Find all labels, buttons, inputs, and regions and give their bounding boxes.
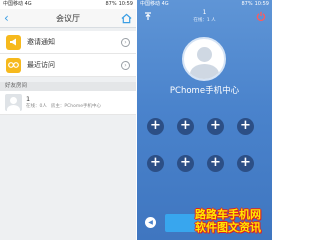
room-name: 1	[26, 95, 31, 103]
add-seat-button[interactable]: +	[177, 118, 194, 135]
room-online-count: 在线：0人	[26, 104, 47, 109]
section-title: 好友房间	[0, 82, 136, 91]
exit-icon[interactable]	[256, 11, 266, 21]
menu-list: 邀请通知 › 最近访问 ›	[0, 31, 136, 77]
add-seat-button[interactable]: +	[147, 118, 164, 135]
room-list-item[interactable]: 1 在线：0人 房主：PChome手机中心	[0, 91, 136, 115]
avatar[interactable]	[182, 37, 226, 81]
voice-room-screen: 中国移动 4G 87% 10:59 1 在线：1 人 PChome手机中心 + …	[137, 0, 272, 240]
menu-item-recent[interactable]: 最近访问 ›	[0, 54, 136, 77]
home-icon[interactable]	[121, 13, 132, 24]
carrier-label: 中国移动 4G	[140, 1, 169, 7]
room-header: 1 在线：1 人	[137, 9, 272, 27]
add-seat-button[interactable]: +	[207, 118, 224, 135]
add-seat-button[interactable]: +	[237, 155, 254, 172]
seat-grid: + + + + + + + +	[147, 118, 263, 172]
chevron-right-icon: ›	[121, 38, 130, 47]
battery-label: 87%	[105, 1, 117, 7]
time-label: 10:59	[118, 1, 133, 7]
back-icon[interactable]: ‹	[4, 11, 9, 25]
watermark: 路路车手机网 软件图文资讯	[186, 208, 270, 234]
status-bar: 中国移动 4G 87% 10:59	[137, 0, 272, 9]
watermark-line: 路路车手机网	[195, 208, 261, 221]
megaphone-icon	[6, 34, 21, 50]
add-seat-button[interactable]: +	[207, 155, 224, 172]
battery-label: 87%	[241, 1, 253, 7]
menu-item-label: 最近访问	[27, 61, 55, 69]
room-online-count: 在线：1 人	[193, 18, 216, 23]
add-seat-button[interactable]: +	[177, 155, 194, 172]
header: ‹ 会议厅	[0, 9, 136, 28]
menu-item-label: 邀请通知	[27, 38, 55, 46]
eye-icon	[6, 57, 21, 73]
chevron-right-icon: ›	[121, 61, 130, 70]
menu-item-invitations[interactable]: 邀请通知 ›	[0, 31, 136, 54]
add-seat-button[interactable]: +	[237, 118, 254, 135]
page-title: 会议厅	[56, 13, 80, 23]
status-bar: 中国移动 4G 87% 10:59	[0, 0, 136, 9]
avatar	[5, 94, 22, 111]
room-title: 1	[202, 9, 207, 16]
watermark-line: 软件图文资讯	[195, 221, 261, 234]
user-name: PChome手机中心	[169, 86, 240, 96]
meeting-hall-screen: 中国移动 4G 87% 10:59 ‹ 会议厅 邀请通知 › 最近访问 › 好友…	[0, 0, 136, 240]
carrier-label: 中国移动 4G	[3, 1, 32, 7]
time-label: 10:59	[254, 1, 269, 7]
room-host: 房主：PChome手机中心	[50, 104, 101, 109]
add-seat-button[interactable]: +	[147, 155, 164, 172]
speaker-icon[interactable]: ◀	[145, 217, 156, 228]
